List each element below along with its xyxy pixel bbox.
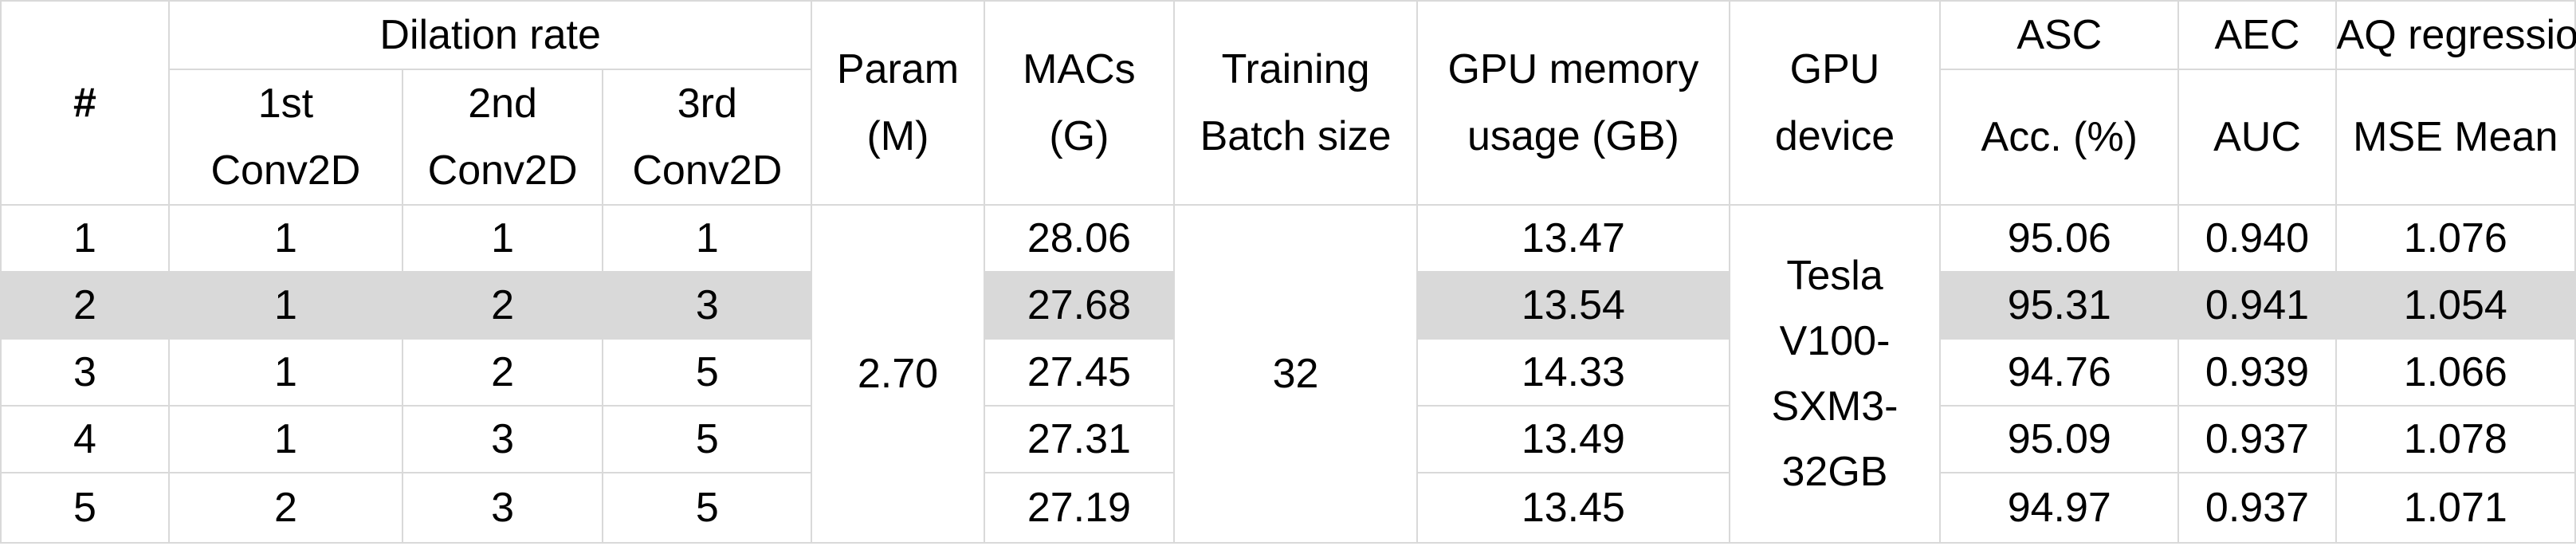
cell-aec: 0.939 bbox=[2177, 338, 2337, 407]
header-gpu-memory: GPU memory usage (GB) bbox=[1416, 0, 1730, 206]
header-conv2-line-1: 2nd bbox=[468, 81, 537, 127]
cell-conv3: 5 bbox=[602, 338, 813, 407]
header-macs: MACs (G) bbox=[983, 0, 1176, 206]
header-gpu-device: GPU device bbox=[1728, 0, 1942, 206]
header-gpu-device-line-2: device bbox=[1774, 113, 1895, 159]
cell-aq: 1.078 bbox=[2334, 405, 2576, 473]
header-conv3: 3rd Conv2D bbox=[602, 69, 813, 206]
header-macs-line-1: MACs bbox=[1023, 46, 1136, 92]
header-conv1-line-2: Conv2D bbox=[210, 147, 361, 194]
table-row: 1 1 1 1 2.70 28.06 32 13.47 Tesla V100- … bbox=[0, 204, 2576, 544]
header-aec-metric: AUC bbox=[2177, 69, 2337, 206]
cell-asc: 95.09 bbox=[1939, 405, 2180, 473]
cell-asc: 95.06 bbox=[1939, 204, 2180, 273]
table-header: # Dilation rate Param (M) MACs (G) Train… bbox=[0, 0, 2576, 206]
cell-macs: 27.68 bbox=[983, 271, 1176, 340]
cell-aq: 1.076 bbox=[2334, 204, 2576, 273]
header-index: # bbox=[0, 0, 170, 206]
cell-gpu-memory: 13.47 bbox=[1416, 204, 1730, 273]
cell-asc: 95.31 bbox=[1939, 271, 2180, 340]
header-conv3-line-2: Conv2D bbox=[632, 147, 783, 194]
cell-asc: 94.97 bbox=[1939, 472, 2180, 544]
cell-index: 4 bbox=[0, 405, 170, 473]
cell-aec: 0.937 bbox=[2177, 405, 2337, 473]
cell-conv2: 1 bbox=[401, 204, 604, 273]
gpu-device-line-2: V100- bbox=[1779, 318, 1891, 364]
cell-conv3: 5 bbox=[602, 472, 813, 544]
gpu-device-line-4: 32GB bbox=[1781, 449, 1888, 495]
header-conv2: 2nd Conv2D bbox=[401, 69, 604, 206]
gpu-device-line-3: SXM3- bbox=[1771, 383, 1899, 430]
header-training-line-2: Batch size bbox=[1200, 113, 1392, 159]
results-table: # Dilation rate Param (M) MACs (G) Train… bbox=[0, 0, 2576, 544]
header-training-batch-size: Training Batch size bbox=[1173, 0, 1418, 206]
header-asc-metric: Acc. (%) bbox=[1939, 69, 2180, 206]
cell-aec: 0.937 bbox=[2177, 472, 2337, 544]
cell-conv2: 3 bbox=[401, 472, 604, 544]
header-aq-metric: MSE Mean bbox=[2334, 69, 2576, 206]
header-gpu-memory-line-2: usage (GB) bbox=[1467, 113, 1679, 159]
header-aec: AEC bbox=[2177, 0, 2337, 70]
cell-index: 5 bbox=[0, 472, 170, 544]
cell-conv1: 1 bbox=[167, 204, 403, 273]
cell-aq: 1.071 bbox=[2334, 472, 2576, 544]
cell-aec: 0.940 bbox=[2177, 204, 2337, 273]
gpu-device-line-1: Tesla bbox=[1786, 253, 1883, 299]
cell-conv1: 1 bbox=[167, 271, 403, 340]
cell-gpu-memory: 14.33 bbox=[1416, 338, 1730, 407]
header-asc: ASC bbox=[1939, 0, 2180, 70]
cell-conv2: 3 bbox=[401, 405, 604, 473]
cell-conv1: 1 bbox=[167, 405, 403, 473]
cell-macs: 27.31 bbox=[983, 405, 1176, 473]
cell-conv1: 2 bbox=[167, 472, 403, 544]
cell-conv3: 5 bbox=[602, 405, 813, 473]
header-conv2-line-2: Conv2D bbox=[427, 147, 578, 194]
cell-batch-size: 32 bbox=[1173, 204, 1418, 544]
cell-gpu-memory: 13.49 bbox=[1416, 405, 1730, 473]
cell-conv2: 2 bbox=[401, 338, 604, 407]
cell-macs: 27.45 bbox=[983, 338, 1176, 407]
header-conv1: 1st Conv2D bbox=[167, 69, 403, 206]
header-gpu-memory-line-1: GPU memory bbox=[1447, 46, 1699, 92]
cell-conv3: 1 bbox=[602, 204, 813, 273]
header-param-line-1: Param bbox=[836, 46, 960, 92]
cell-macs: 27.19 bbox=[983, 472, 1176, 544]
header-aq-regression: AQ regression bbox=[2334, 0, 2576, 70]
cell-conv1: 1 bbox=[167, 338, 403, 407]
cell-macs: 28.06 bbox=[983, 204, 1176, 273]
table-body: 1 1 1 1 2.70 28.06 32 13.47 Tesla V100- … bbox=[0, 204, 2576, 544]
cell-aq: 1.054 bbox=[2334, 271, 2576, 340]
header-row-1: # Dilation rate Param (M) MACs (G) Train… bbox=[0, 0, 2576, 206]
header-conv1-line-1: 1st bbox=[257, 81, 314, 127]
cell-gpu-device: Tesla V100- SXM3- 32GB bbox=[1728, 204, 1942, 544]
cell-index: 2 bbox=[0, 271, 170, 340]
cell-asc: 94.76 bbox=[1939, 338, 2180, 407]
header-param: Param (M) bbox=[811, 0, 985, 206]
header-dilation-rate: Dilation rate bbox=[167, 0, 813, 70]
header-param-line-2: (M) bbox=[866, 113, 929, 159]
header-conv3-line-1: 3rd bbox=[677, 81, 737, 127]
cell-aq: 1.066 bbox=[2334, 338, 2576, 407]
header-macs-line-2: (G) bbox=[1049, 113, 1109, 159]
cell-param: 2.70 bbox=[811, 204, 985, 544]
cell-gpu-memory: 13.45 bbox=[1416, 472, 1730, 544]
header-gpu-device-line-1: GPU bbox=[1789, 46, 1880, 92]
cell-conv3: 3 bbox=[602, 271, 813, 340]
cell-aec: 0.941 bbox=[2177, 271, 2337, 340]
cell-index: 3 bbox=[0, 338, 170, 407]
cell-index: 1 bbox=[0, 204, 170, 273]
cell-gpu-memory: 13.54 bbox=[1416, 271, 1730, 340]
header-training-line-1: Training bbox=[1221, 46, 1370, 92]
cell-conv2: 2 bbox=[401, 271, 604, 340]
